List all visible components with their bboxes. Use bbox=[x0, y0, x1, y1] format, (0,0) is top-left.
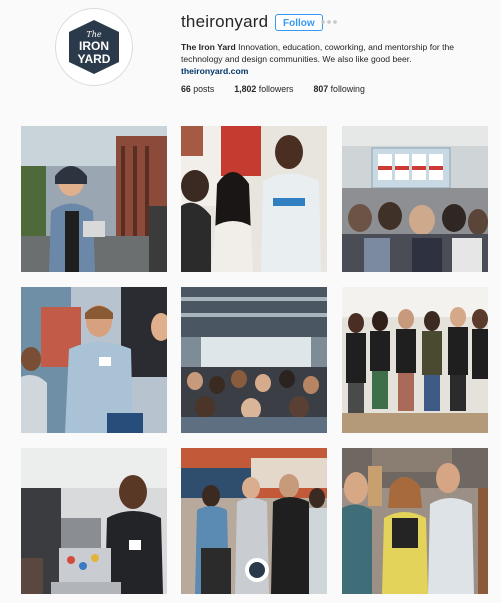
photo-tile-4[interactable] bbox=[21, 287, 167, 433]
photo-tile-6[interactable] bbox=[342, 287, 488, 433]
posts-count: 66 bbox=[181, 84, 191, 94]
profile-header: The IRON YARD theironyard Follow The Iro… bbox=[0, 0, 501, 115]
photo-tile-9[interactable] bbox=[342, 448, 488, 594]
logo-text-top: The bbox=[86, 30, 101, 39]
photo-tile-8[interactable] bbox=[181, 448, 327, 594]
photo-people-mingling bbox=[181, 448, 327, 594]
photo-man-with-laptop bbox=[21, 448, 167, 594]
photo-group-in-black-tshirts bbox=[342, 287, 488, 433]
photo-tile-2[interactable] bbox=[181, 126, 327, 272]
photo-tile-5[interactable] bbox=[181, 287, 327, 433]
logo-text-bot: YARD bbox=[78, 52, 111, 66]
posts-stat: 66 posts bbox=[181, 84, 214, 94]
bio-name: The Iron Yard bbox=[181, 42, 236, 52]
photo-tile-3[interactable] bbox=[342, 126, 488, 272]
follow-button[interactable]: Follow bbox=[275, 14, 323, 31]
profile-bio: The Iron Yard Innovation, education, cow… bbox=[181, 41, 481, 77]
profile-stats: 66 posts 1,802 followers 807 following bbox=[181, 84, 385, 94]
followers-count: 1,802 bbox=[234, 84, 257, 94]
photo-tile-1[interactable] bbox=[21, 126, 167, 272]
more-dots-icon[interactable] bbox=[320, 18, 338, 26]
profile-username: theironyard bbox=[181, 12, 269, 31]
iron-yard-logo: The IRON YARD bbox=[69, 20, 119, 74]
followers-stat[interactable]: 1,802 followers bbox=[234, 84, 293, 94]
logo-text-mid: IRON bbox=[79, 39, 109, 53]
followers-label: followers bbox=[258, 84, 294, 94]
photo-man-with-name-tag bbox=[21, 287, 167, 433]
following-count: 807 bbox=[313, 84, 329, 94]
photo-people-at-laptop bbox=[181, 126, 327, 272]
photo-tile-7[interactable] bbox=[21, 448, 167, 594]
website-link[interactable]: theironyard.com bbox=[181, 65, 481, 77]
profile-avatar[interactable]: The IRON YARD bbox=[55, 8, 133, 86]
photo-woman-smiling-outdoors bbox=[21, 126, 167, 272]
following-stat[interactable]: 807 following bbox=[313, 84, 364, 94]
photo-women-talking bbox=[342, 448, 488, 594]
posts-label: posts bbox=[193, 84, 215, 94]
following-label: following bbox=[330, 84, 365, 94]
photo-presentation-audience bbox=[342, 126, 488, 272]
photo-crowded-event-room bbox=[181, 287, 327, 433]
